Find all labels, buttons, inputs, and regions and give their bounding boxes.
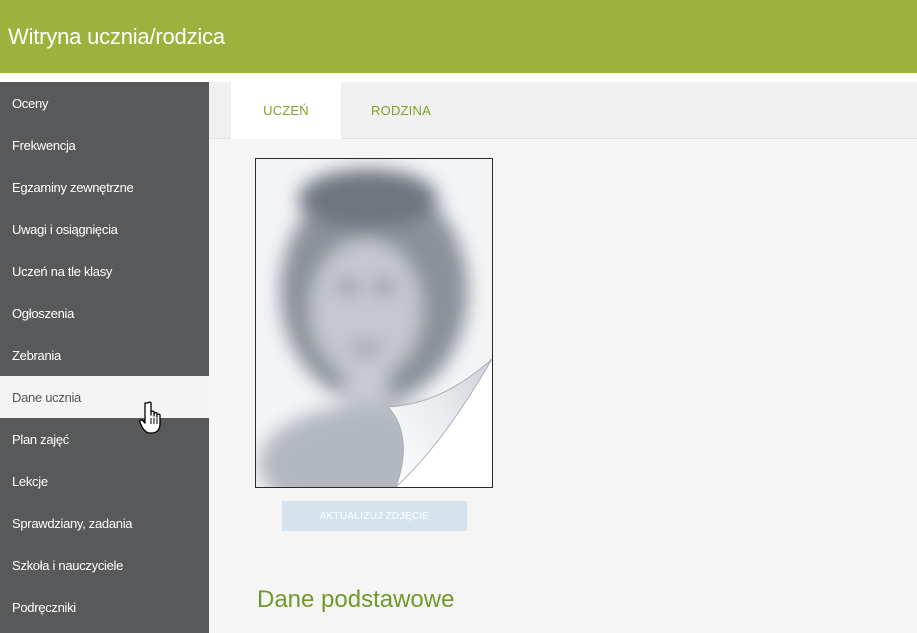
- sidebar-item-lekcje[interactable]: Lekcje: [0, 460, 209, 502]
- sidebar-item-label: Uwagi i osiągnięcia: [12, 221, 118, 237]
- section-title: Dane podstawowe: [257, 586, 455, 613]
- sidebar-item-oceny[interactable]: Oceny: [0, 82, 209, 124]
- sidebar-item-label: Egzaminy zewnętrzne: [12, 179, 134, 195]
- sidebar-item-label: Zebrania: [12, 347, 61, 363]
- sidebar-item-label: Frekwencja: [12, 137, 76, 153]
- sidebar-item-label: Plan zajęć: [12, 431, 69, 447]
- sidebar-item-uczen-na-tle-klasy[interactable]: Uczeń na tle klasy: [0, 250, 209, 292]
- tab-label: UCZEŃ: [263, 103, 309, 118]
- sidebar-item-label: Podręczniki: [12, 599, 76, 615]
- sidebar-item-frekwencja[interactable]: Frekwencja: [0, 124, 209, 166]
- sidebar-item-szkola[interactable]: Szkoła i nauczyciele: [0, 544, 209, 586]
- app-title: Witryna ucznia/rodzica: [8, 23, 225, 49]
- sidebar-item-uwagi[interactable]: Uwagi i osiągnięcia: [0, 208, 209, 250]
- sidebar-item-sprawdziany[interactable]: Sprawdziany, zadania: [0, 502, 209, 544]
- student-photo: [255, 158, 493, 488]
- tab-label: RODZINA: [371, 102, 431, 118]
- sidebar-item-label: Uczeń na tle klasy: [12, 263, 113, 279]
- sidebar-item-label: Szkoła i nauczyciele: [12, 557, 124, 573]
- sidebar-item-label: Oceny: [12, 95, 49, 111]
- sidebar-item-label: Ogłoszenia: [12, 305, 75, 321]
- tab-uczen[interactable]: UCZEŃ: [231, 82, 341, 139]
- sidebar-item-plan-zajec[interactable]: Plan zajęć: [0, 418, 209, 460]
- sidebar-item-label: Dane ucznia: [12, 389, 81, 405]
- sidebar-item-ogloszenia[interactable]: Ogłoszenia: [0, 292, 209, 334]
- tab-bar: UCZEŃ RODZINA: [209, 82, 917, 139]
- app-header: Witryna ucznia/rodzica: [0, 0, 917, 73]
- sidebar-item-egzaminy[interactable]: Egzaminy zewnętrzne: [0, 166, 209, 208]
- student-photo-placeholder-icon: [256, 159, 492, 487]
- sidebar-item-zebrania[interactable]: Zebrania: [0, 334, 209, 376]
- sidebar-item-label: Lekcje: [12, 473, 48, 489]
- tab-rodzina[interactable]: RODZINA: [341, 82, 461, 138]
- main-content: UCZEŃ RODZINA AKTUALIZUJ ZDJĘCIE Dane po…: [209, 82, 917, 633]
- sidebar-item-dane-ucznia[interactable]: Dane ucznia: [0, 376, 209, 418]
- sidebar-nav: Oceny Frekwencja Egzaminy zewnętrzne Uwa…: [0, 82, 209, 633]
- sidebar-item-podreczniki[interactable]: Podręczniki: [0, 586, 209, 628]
- sidebar-item-label: Sprawdziany, zadania: [12, 515, 133, 531]
- update-photo-button[interactable]: AKTUALIZUJ ZDJĘCIE: [282, 501, 467, 531]
